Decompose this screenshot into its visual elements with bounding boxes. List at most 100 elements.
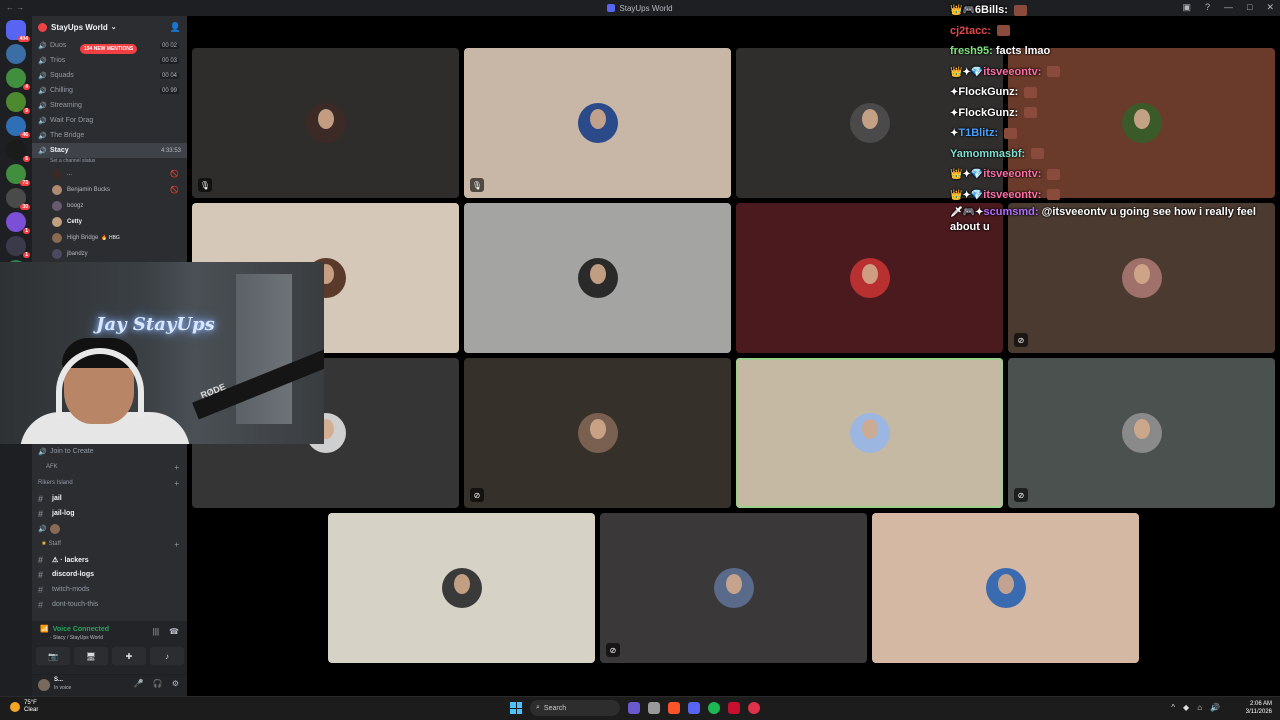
- soundboard-button[interactable]: ♪: [150, 647, 184, 665]
- voice-channel[interactable]: 🔊 Streaming: [32, 98, 187, 113]
- category-afk[interactable]: AFK +: [32, 459, 187, 475]
- voice-member[interactable]: High Bridge 🔥 HBG: [32, 230, 187, 246]
- avatar: [577, 103, 618, 143]
- user-limit-badge: 00 99: [159, 87, 179, 94]
- server-icon[interactable]: 1: [6, 212, 30, 234]
- taskbar-search[interactable]: ⌕ Search: [530, 700, 620, 716]
- system-tray: ^ ◆ ⌂ 🔊: [1171, 703, 1220, 712]
- participant-tile[interactable]: ⊘: [600, 513, 867, 663]
- voice-member[interactable]: ... 🚫: [32, 166, 187, 182]
- headphones-icon[interactable]: 🎧: [153, 679, 163, 688]
- add-channel-icon[interactable]: +: [174, 479, 179, 488]
- voice-channel[interactable]: 🔊 The Bridge: [32, 128, 187, 143]
- avatar: [1121, 413, 1162, 453]
- voice-member[interactable]: jbandzy: [32, 246, 187, 262]
- server-icon[interactable]: 1: [6, 236, 30, 258]
- participant-tile[interactable]: ⊘: [1008, 358, 1275, 508]
- voice-member[interactable]: Benjamin Bucks 🚫: [32, 182, 187, 198]
- tray-app-icon[interactable]: ◆: [1183, 703, 1189, 712]
- channel-name: Squads: [50, 72, 74, 79]
- spotify-icon[interactable]: [708, 702, 720, 714]
- discord-taskbar-icon[interactable]: [688, 702, 700, 714]
- channel-dont-touch-this[interactable]: # dont-touch-this: [32, 597, 187, 612]
- settings-gear-icon[interactable]: ⚙: [172, 679, 179, 688]
- participant-tile[interactable]: 🎙: [464, 48, 731, 198]
- voice-channel[interactable]: 🔊 Duos 00 02: [32, 38, 187, 53]
- forward-arrow-icon[interactable]: →: [16, 3, 24, 12]
- participant-tile[interactable]: [328, 513, 595, 663]
- weather-widget[interactable]: 75°F Clear: [10, 700, 38, 714]
- hash-icon: #: [38, 599, 44, 610]
- chat-username: cj2tacc:: [950, 24, 991, 37]
- camera-off-icon: ⊘: [470, 488, 484, 502]
- windows-start-icon[interactable]: [510, 702, 522, 714]
- disconnect-icon[interactable]: ☎: [169, 627, 179, 636]
- adobe-icon[interactable]: [728, 702, 740, 714]
- copilot-icon[interactable]: [628, 702, 640, 714]
- back-arrow-icon[interactable]: ←: [6, 3, 14, 12]
- chat-message: 👑✦💎itsveeontv:: [950, 185, 1270, 206]
- voice-member[interactable]: Cetty: [32, 214, 187, 230]
- channel-lackers[interactable]: # ⚠ · lackers: [32, 552, 187, 567]
- chevron-up-icon[interactable]: ^: [1171, 703, 1175, 712]
- history-nav[interactable]: ← →: [6, 3, 24, 12]
- microphone-icon[interactable]: 🎤: [134, 679, 144, 688]
- folder-icon: ■: [42, 541, 46, 547]
- channel-name: Stacy: [50, 147, 69, 154]
- channel-jail[interactable]: # jail: [32, 491, 187, 506]
- chat-username: scumsmd:: [983, 206, 1039, 218]
- participant-tile[interactable]: 🎙: [192, 48, 459, 198]
- category-staff[interactable]: ■ Staff +: [32, 536, 187, 552]
- voice-connected-label[interactable]: 📶 Voice Connected: [40, 625, 109, 634]
- file-explorer-icon[interactable]: [648, 702, 660, 714]
- voice-channel[interactable]: 🔊 Squads 00 04: [32, 68, 187, 83]
- voice-status-subtitle[interactable]: · Stacy / StayUps World: [50, 635, 103, 641]
- chat-message: ✦FlockGunz:: [950, 103, 1270, 124]
- server-icon[interactable]: 46: [6, 116, 30, 138]
- voice-channel[interactable]: 🔊 Wait For Drag: [32, 113, 187, 128]
- voice-member[interactable]: boogz: [32, 198, 187, 214]
- screenshare-button[interactable]: 🖥: [74, 647, 108, 665]
- member-name: Cetty: [67, 219, 83, 225]
- participant-tile[interactable]: ⊘: [464, 358, 731, 508]
- server-icon[interactable]: [6, 44, 26, 64]
- neon-sign: Jay StayUps: [96, 314, 215, 335]
- noise-suppression-icon[interactable]: |||: [153, 627, 159, 636]
- clock-time: 2:06 AM: [1249, 701, 1272, 707]
- obs-icon[interactable]: [748, 702, 760, 714]
- chat-username: Yamommasbf:: [950, 147, 1026, 160]
- volume-icon[interactable]: 🔊: [1210, 703, 1220, 712]
- participant-tile[interactable]: [736, 358, 1003, 508]
- channel-jail-log[interactable]: # jail-log: [32, 506, 187, 521]
- camera-button[interactable]: 📷: [36, 647, 70, 665]
- channel-voice-unnamed[interactable]: 🔊: [32, 521, 187, 536]
- member-name: jbandzy: [67, 251, 88, 257]
- channel-join-to-create[interactable]: 🔊 Join to Create: [32, 444, 187, 459]
- camera-off-icon: ⊘: [1014, 488, 1028, 502]
- avatar[interactable]: [38, 679, 50, 691]
- channel-status[interactable]: Set a channel status: [32, 158, 187, 166]
- channel-twitch-mods[interactable]: # twitch-mods: [32, 582, 187, 597]
- system-clock[interactable]: 2:06 AM 3/11/2026: [1246, 700, 1272, 716]
- server-icon[interactable]: 73: [6, 164, 30, 186]
- brave-browser-icon[interactable]: [668, 702, 680, 714]
- add-channel-icon[interactable]: +: [174, 540, 179, 549]
- network-icon[interactable]: ⌂: [1197, 703, 1202, 712]
- server-icon[interactable]: 30: [6, 188, 30, 210]
- voice-channel[interactable]: 🔊 Chilling 00 99: [32, 83, 187, 98]
- guild-header[interactable]: StayUps World ⌄ 👤: [32, 16, 187, 38]
- server-icon[interactable]: 404: [6, 20, 30, 42]
- add-member-icon[interactable]: 👤: [170, 22, 181, 33]
- server-icon[interactable]: 4: [6, 68, 30, 90]
- server-icon[interactable]: 6: [6, 140, 30, 162]
- category-rikers[interactable]: Rikers Island +: [32, 475, 187, 491]
- add-channel-icon[interactable]: +: [174, 463, 179, 472]
- activities-button[interactable]: ✚: [112, 647, 146, 665]
- chat-message: cj2tacc:: [950, 21, 1270, 42]
- server-icon[interactable]: 9: [6, 92, 30, 114]
- channel-stacy[interactable]: 🔊 Stacy 4:33:53: [32, 143, 187, 158]
- channel-discord-logs[interactable]: # discord-logs: [32, 567, 187, 582]
- participant-tile[interactable]: [464, 203, 731, 353]
- participant-tile[interactable]: [872, 513, 1139, 663]
- voice-channel[interactable]: 🔊 Trios 00 03: [32, 53, 187, 68]
